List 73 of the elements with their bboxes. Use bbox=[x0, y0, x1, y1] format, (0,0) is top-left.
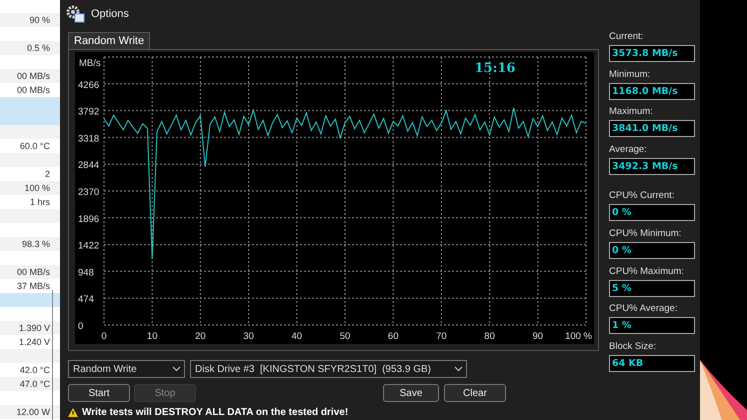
y-tick-label: 2370 bbox=[78, 187, 100, 198]
stat-label: CPU% Average: bbox=[609, 303, 678, 316]
caret-icon bbox=[454, 366, 463, 372]
button[interactable]: Start bbox=[68, 384, 130, 402]
y-tick-label: 1422 bbox=[78, 240, 100, 252]
warning-text: Write tests will DESTROY ALL DATA on the tested drive! bbox=[82, 407, 348, 418]
table-cell: 42.0 °C bbox=[20, 365, 50, 375]
stat-value-field: 1168.0 MB/s bbox=[609, 82, 695, 100]
table-cell: 00 MB/s bbox=[16, 71, 50, 81]
x-tick-label: 60 bbox=[388, 331, 398, 342]
x-tick-label: 0 bbox=[101, 331, 107, 342]
y-tick-label: 3792 bbox=[78, 106, 100, 118]
test-dropdown[interactable]: Random Write bbox=[68, 360, 185, 378]
x-tick-label: 100 % bbox=[565, 331, 592, 342]
selected-row[interactable] bbox=[0, 97, 60, 111]
y-tick-label: 474 bbox=[78, 294, 94, 306]
table-cell: 0.5 % bbox=[26, 43, 50, 53]
x-tick-label: 30 bbox=[243, 331, 254, 342]
x-tick-label: 50 bbox=[340, 331, 350, 342]
table-cell: 1.240 V bbox=[18, 337, 50, 347]
stat-value-field: 64 KB bbox=[609, 354, 695, 372]
stat-label: Minimum: bbox=[609, 68, 652, 82]
table-cell: 90 % bbox=[29, 15, 50, 25]
drive-dropdown[interactable]: Disk Drive #3 [KINGSTON SFYR2S1T0] (953.9 GB) bbox=[190, 360, 467, 378]
y-tick-label: 0 bbox=[78, 321, 84, 332]
stat-value-field: 0 % bbox=[609, 242, 695, 259]
y-tick-label: 3318 bbox=[78, 133, 100, 144]
stat-label: CPU% Maximum: bbox=[609, 266, 685, 279]
tab[interactable]: Random Write bbox=[68, 32, 150, 49]
table-cell: 2 bbox=[44, 169, 50, 179]
stat-label: CPU% Current: bbox=[609, 190, 676, 204]
x-tick-label: 80 bbox=[484, 331, 495, 342]
table-cell: 12.00 W bbox=[16, 407, 50, 417]
gear-icon bbox=[65, 5, 85, 23]
stat-label: Average: bbox=[609, 144, 648, 157]
warning-icon bbox=[68, 408, 78, 417]
y-tick-label: 4266 bbox=[78, 80, 100, 91]
x-tick-label: 10 bbox=[146, 331, 158, 342]
stat-value-field: 5 % bbox=[609, 280, 695, 297]
table-cell: 1 hrs bbox=[30, 197, 50, 207]
wallpaper-drawing bbox=[700, 360, 747, 420]
x-tick-label: 20 bbox=[195, 331, 206, 342]
y-tick-label: 1896 bbox=[78, 214, 100, 225]
table-cell: 60.0 °C bbox=[20, 141, 50, 151]
axis-unit: MB/s bbox=[79, 58, 101, 69]
x-tick-label: 40 bbox=[292, 331, 302, 342]
table-cell: 47.0 °C bbox=[20, 379, 50, 389]
selected-row[interactable] bbox=[0, 293, 60, 307]
stat-label: Current: bbox=[609, 31, 644, 44]
button[interactable]: Save bbox=[383, 384, 439, 402]
button[interactable]: Clear bbox=[444, 384, 506, 402]
stat-value-field: 1 % bbox=[609, 317, 695, 334]
stat-value-field: 0 % bbox=[609, 204, 695, 222]
table-cell: 00 MB/s bbox=[16, 267, 50, 277]
stat-label: Block Size: bbox=[609, 340, 657, 354]
caret-icon bbox=[172, 366, 181, 372]
stat-value-field: 3492.3 MB/s bbox=[609, 158, 695, 175]
window-title: Options bbox=[91, 8, 129, 20]
stat-label: CPU% Minimum: bbox=[609, 228, 682, 241]
selected-row[interactable] bbox=[0, 111, 60, 125]
table-cell: 37 MB/s bbox=[16, 281, 50, 291]
x-tick-label: 70 bbox=[436, 331, 447, 342]
table-cell: 100 % bbox=[24, 183, 50, 193]
stat-value-field: 3841.0 MB/s bbox=[609, 120, 695, 138]
y-tick-label: 948 bbox=[78, 267, 94, 278]
table-cell: 1.390 V bbox=[18, 323, 50, 333]
y-tick-label: 2844 bbox=[78, 160, 100, 172]
x-tick-label: 90 bbox=[532, 331, 544, 342]
stat-value-field: 3573.8 MB/s bbox=[609, 45, 695, 62]
stat-label: Maximum: bbox=[609, 106, 654, 120]
table-cell: 00 MB/s bbox=[16, 85, 50, 95]
elapsed-time: 15:16 bbox=[474, 61, 516, 76]
table-cell: 98.3 % bbox=[22, 239, 50, 249]
